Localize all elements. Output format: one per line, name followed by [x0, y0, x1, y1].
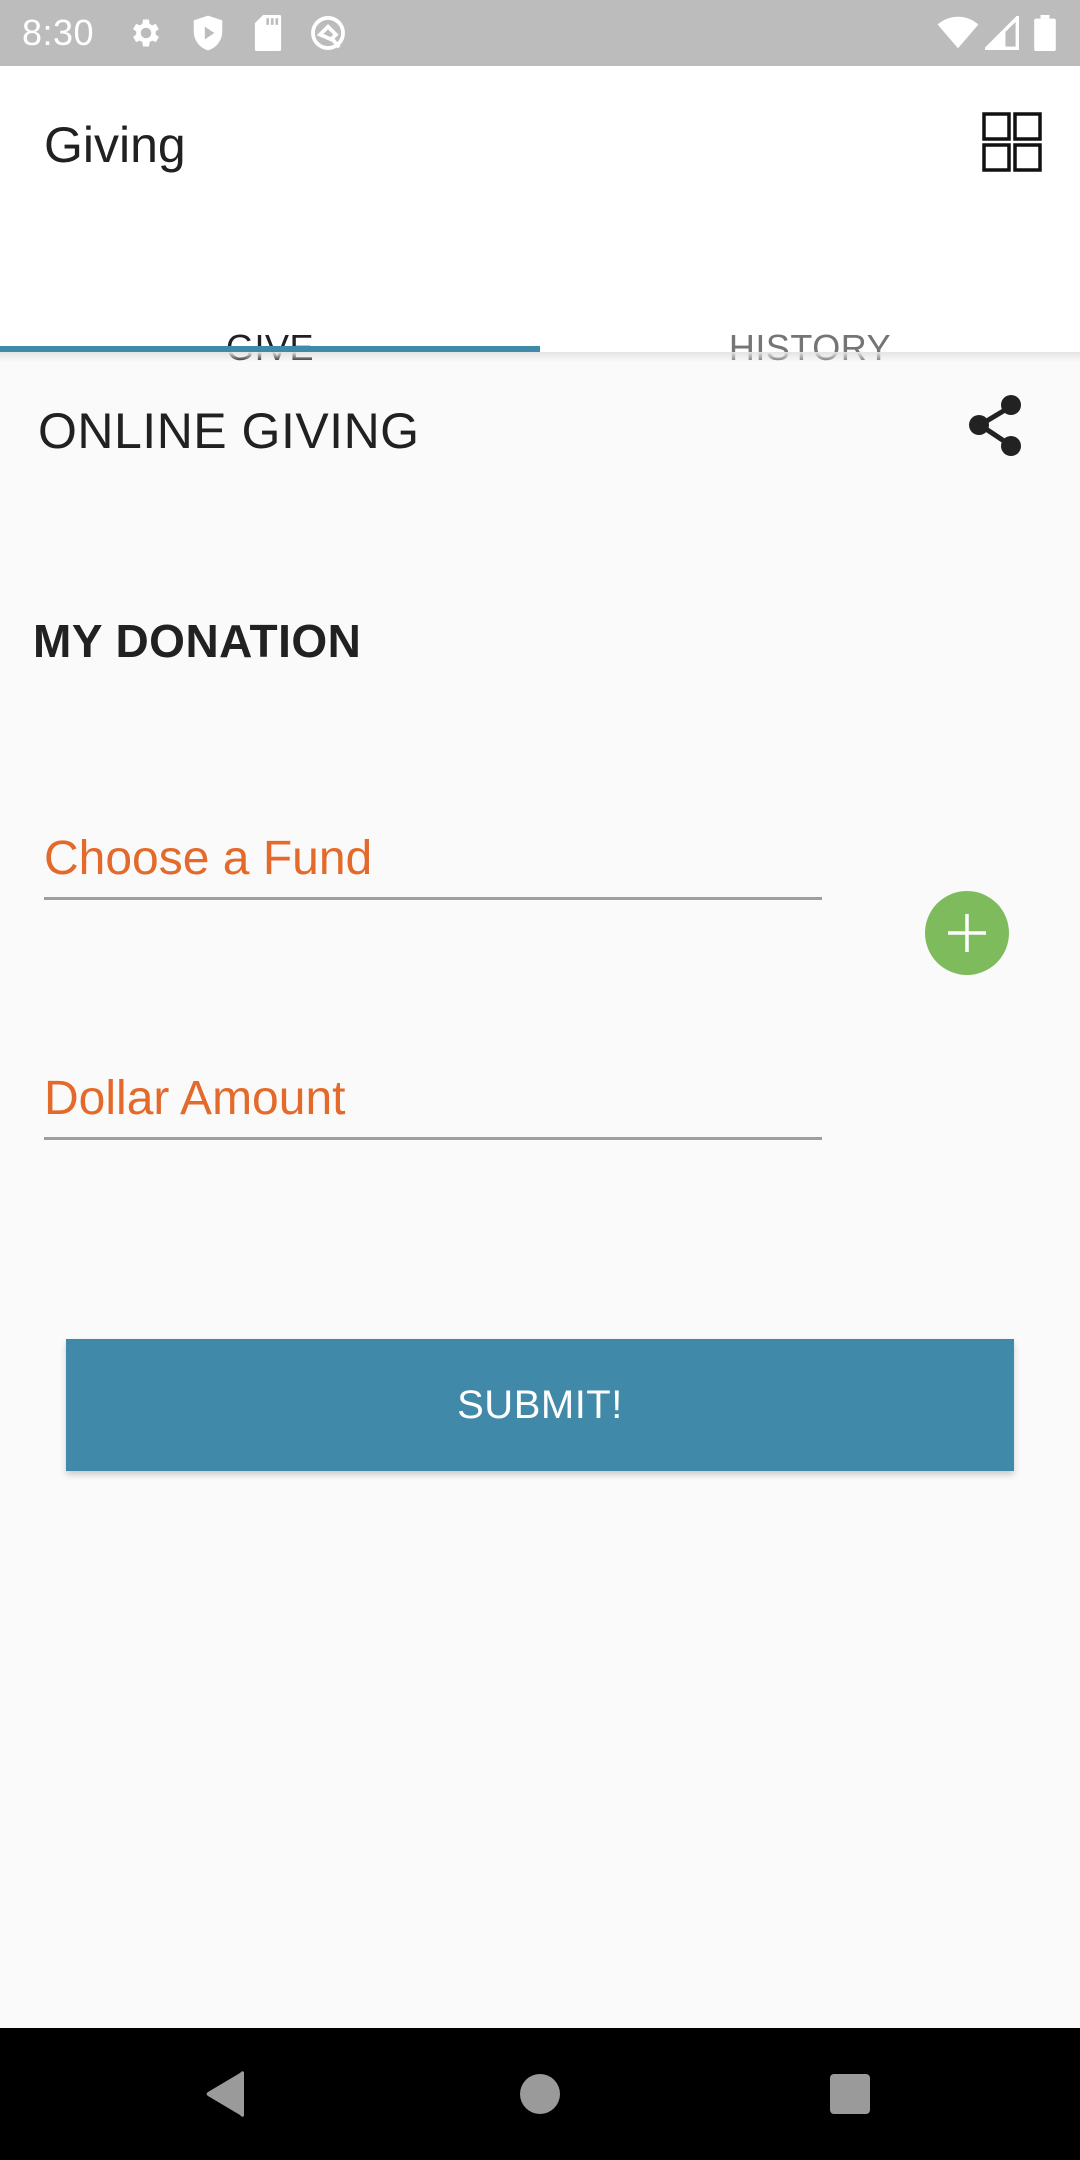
sd-card-icon [252, 14, 284, 52]
nav-bar [0, 2028, 1080, 2160]
signal-icon [984, 14, 1020, 52]
fund-input[interactable] [44, 820, 822, 897]
submit-button[interactable]: SUBMIT! [66, 1339, 1014, 1471]
back-icon [206, 2071, 244, 2117]
home-button[interactable] [504, 2058, 576, 2130]
status-bar: 8:30 [0, 0, 1080, 66]
plus-icon [948, 914, 986, 952]
recents-icon [830, 2074, 870, 2114]
grid-icon[interactable] [982, 112, 1044, 174]
add-fund-button[interactable] [925, 891, 1009, 975]
amount-input[interactable] [44, 1060, 822, 1137]
status-time: 8:30 [22, 12, 95, 53]
q-logo-icon [308, 14, 348, 52]
app-title: Giving [44, 117, 186, 173]
app-bar: Giving GIVE HISTORY [0, 66, 1080, 368]
settings-icon [126, 14, 166, 52]
tab-history-label: HISTORY [728, 327, 892, 368]
share-icon[interactable] [962, 390, 1032, 460]
wifi-icon [936, 14, 980, 52]
fund-field [44, 820, 822, 900]
back-button[interactable] [190, 2058, 262, 2130]
tab-shadow [0, 352, 1080, 362]
shield-play-icon [188, 14, 228, 52]
home-icon [520, 2074, 560, 2114]
section-title: ONLINE GIVING [38, 403, 420, 459]
donation-heading: MY DONATION [33, 615, 362, 667]
recents-button[interactable] [814, 2058, 886, 2130]
battery-icon [1032, 14, 1058, 52]
amount-field [44, 1060, 822, 1140]
